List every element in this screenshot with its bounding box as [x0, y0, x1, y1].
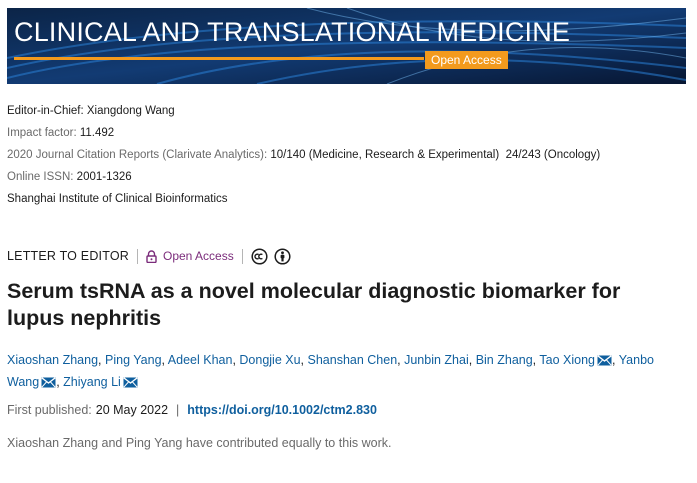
article-title: Serum tsRNA as a novel molecular diagnos… — [7, 279, 621, 330]
open-access-badge: Open Access — [425, 51, 508, 69]
creative-commons-icon[interactable] — [251, 247, 268, 265]
author-link[interactable]: Bin Zhang — [476, 353, 533, 367]
divider — [136, 248, 138, 264]
editor-in-chief: Editor-in-Chief: Xiangdong Wang — [7, 100, 600, 122]
lock-icon — [146, 249, 157, 263]
open-access-label[interactable]: Open Access — [163, 249, 234, 263]
first-published-label: First published: — [7, 403, 92, 417]
issn-label: Online ISSN: — [7, 171, 77, 183]
issn-value: 2001-1326 — [76, 171, 132, 183]
author-link[interactable]: Zhiyang Li — [63, 375, 121, 389]
publisher: Shanghai Institute of Clinical Bioinform… — [7, 188, 600, 210]
contribution-note: Xiaoshan Zhang and Ping Yang have contri… — [7, 436, 392, 450]
journal-banner: CLINICAL AND TRANSLATIONAL MEDICINE Open… — [7, 8, 686, 84]
journal-title[interactable]: CLINICAL AND TRANSLATIONAL MEDICINE — [14, 17, 570, 48]
author-link[interactable]: Tao Xiong — [539, 353, 595, 367]
doi-link[interactable]: https://doi.org/10.1002/ctm2.830 — [187, 403, 377, 417]
author-link[interactable]: Ping Yang — [105, 353, 162, 367]
editor-text: Editor-in-Chief: Xiangdong Wang — [7, 105, 175, 117]
banner-rule — [14, 57, 424, 60]
article-type: LETTER TO EDITOR — [7, 249, 129, 263]
impact-label: Impact factor: — [7, 127, 80, 139]
journal-meta: Editor-in-Chief: Xiangdong Wang Impact f… — [7, 100, 600, 210]
author-list: Xiaoshan Zhang, Ping Yang, Adeel Khan, D… — [7, 350, 687, 394]
author-link[interactable]: Shanshan Chen — [308, 353, 398, 367]
attribution-icon[interactable] — [274, 247, 291, 265]
author-link[interactable]: Junbin Zhai — [404, 353, 469, 367]
author-link[interactable]: Adeel Khan — [168, 353, 233, 367]
journal-citation-reports: 2020 Journal Citation Reports (Clarivate… — [7, 144, 600, 166]
divider — [241, 248, 243, 264]
publisher-name: Shanghai Institute of Clinical Bioinform… — [7, 193, 228, 205]
jcr-label: 2020 Journal Citation Reports (Clarivate… — [7, 149, 271, 161]
envelope-icon[interactable] — [597, 352, 612, 372]
envelope-icon[interactable] — [41, 374, 56, 394]
publication-info: First published: 20 May 2022 | https://d… — [7, 403, 377, 417]
published-date: 20 May 2022 — [95, 403, 169, 417]
separator: | — [176, 403, 180, 417]
impact-factor: Impact factor: 11.492 — [7, 122, 600, 144]
author-link[interactable]: Xiaoshan Zhang — [7, 353, 98, 367]
online-issn: Online ISSN: 2001-1326 — [7, 166, 600, 188]
impact-value: 11.492 — [79, 127, 115, 139]
author-link[interactable]: Dongjie Xu — [239, 353, 300, 367]
envelope-icon[interactable] — [123, 374, 138, 394]
article-type-bar: LETTER TO EDITOR Open Access — [7, 246, 297, 266]
jcr-value: 10/140 (Medicine, Research & Experimenta… — [270, 149, 601, 161]
